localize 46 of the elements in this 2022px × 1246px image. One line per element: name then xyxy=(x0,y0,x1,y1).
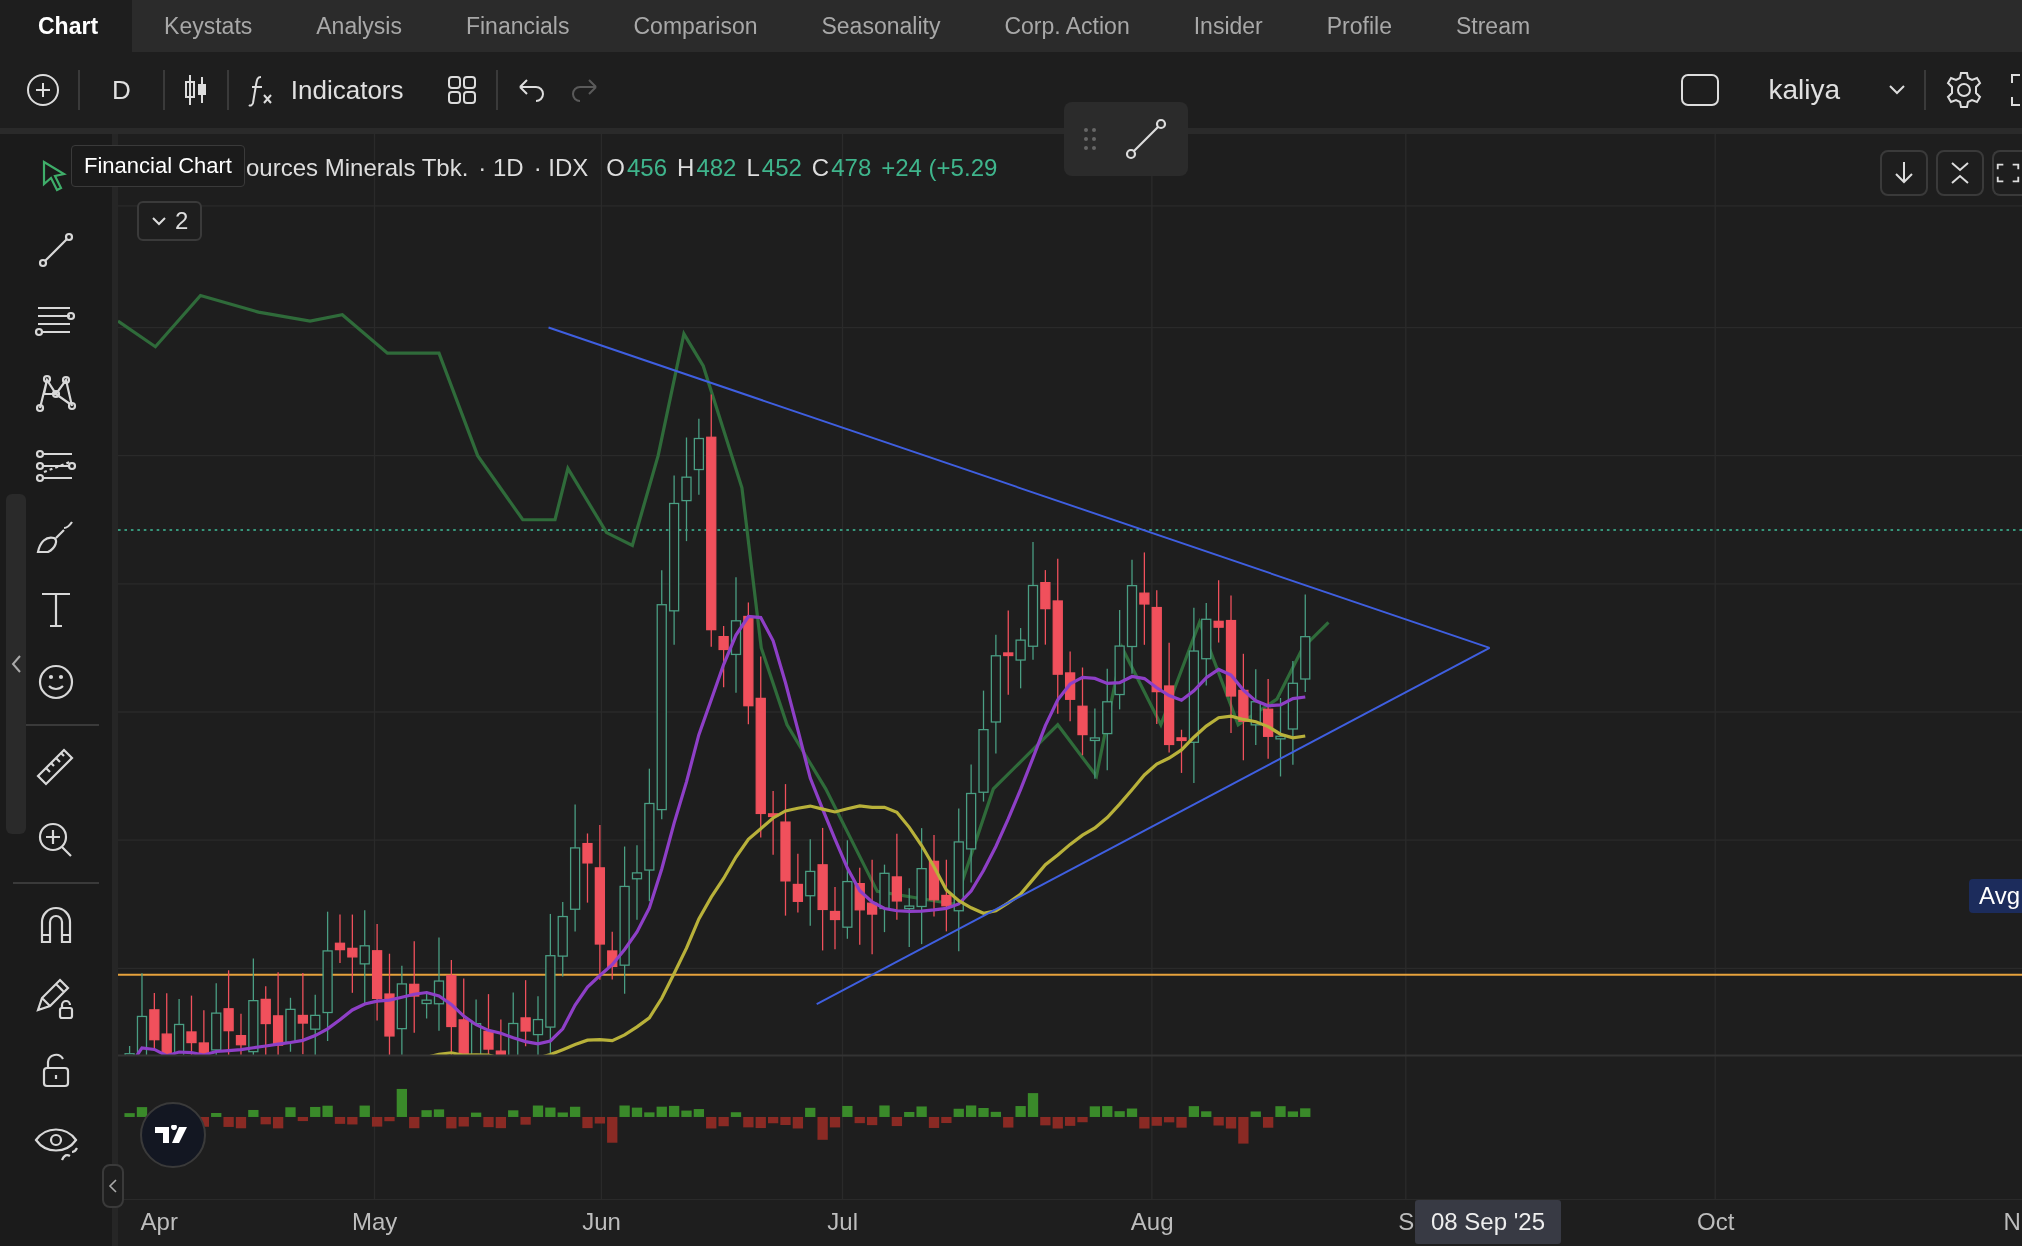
indicators-toggle-button[interactable]: 2 xyxy=(137,201,203,241)
axis-label: Oct xyxy=(1697,1208,1735,1236)
nav-tab[interactable]: Seasonality xyxy=(789,0,973,52)
tooltip: Financial Chart xyxy=(71,145,245,187)
nav-tab[interactable]: Profile xyxy=(1294,0,1424,52)
nav-tab[interactable]: Corp. Action xyxy=(972,0,1162,52)
scroll-down-button[interactable] xyxy=(1880,150,1928,196)
nav-tab[interactable]: Insider xyxy=(1161,0,1295,52)
trend-line[interactable] xyxy=(815,646,1491,1006)
ohlc-value: H482 xyxy=(677,154,737,182)
layout-name-button[interactable]: kaliya xyxy=(1738,70,1870,110)
ohlc-value: L452 xyxy=(746,154,802,182)
symbol-name: ources Minerals Tbk. xyxy=(246,154,469,182)
collapse-handle[interactable] xyxy=(6,494,26,834)
ohlc-value: C478 xyxy=(811,154,872,182)
nav-tab[interactable]: Financials xyxy=(433,0,602,52)
axis-label: Jun xyxy=(582,1208,621,1236)
function-icon xyxy=(246,73,275,107)
exchange-label: · IDX xyxy=(533,154,589,182)
price-label: Avg xyxy=(1969,879,2022,913)
ohlc-value: O456 xyxy=(606,154,668,182)
axis-label: May xyxy=(351,1208,398,1236)
nav-tab[interactable]: Stream xyxy=(1423,0,1563,52)
price-change: +24 (+5.29 xyxy=(881,154,998,182)
crosshair-date-label: 08 Sep '25 xyxy=(1415,1200,1561,1244)
screenshot-button[interactable] xyxy=(1992,150,2022,196)
arrow-down-icon xyxy=(1892,160,1916,186)
trendline-icon[interactable] xyxy=(1123,116,1169,162)
axis-label: Jul xyxy=(827,1208,859,1236)
trend-line[interactable] xyxy=(547,326,1491,649)
nav-tab[interactable]: Comparison xyxy=(601,0,790,52)
nav-tab[interactable]: Keystats xyxy=(132,0,285,52)
axis-label: Aug xyxy=(1130,1208,1174,1236)
axis-label: Apr xyxy=(140,1208,178,1236)
nav-tab[interactable]: Chart xyxy=(0,0,133,52)
indicators-button[interactable]: Indicators xyxy=(240,69,428,111)
axis-label: N xyxy=(2003,1208,2021,1236)
horizontal-line[interactable] xyxy=(118,973,2022,976)
chevron-down-icon xyxy=(151,215,167,227)
interval-button[interactable]: D xyxy=(92,70,151,110)
drag-handle-icon[interactable] xyxy=(1083,127,1097,151)
nav-tab[interactable]: Analysis xyxy=(284,0,434,52)
interval-label: · 1D xyxy=(478,154,524,182)
axis-label: S xyxy=(1398,1208,1415,1236)
collapse-button[interactable] xyxy=(1936,150,1984,196)
collapse-handle[interactable] xyxy=(102,1164,124,1208)
